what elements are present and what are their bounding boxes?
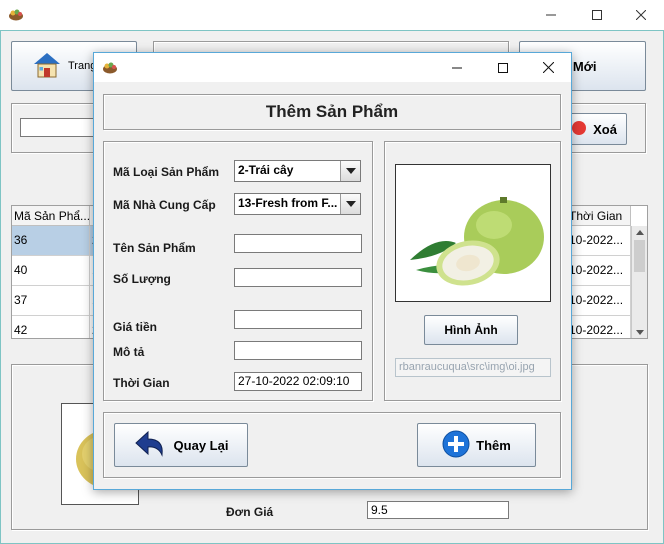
- main-minimize-button[interactable]: [528, 0, 574, 30]
- search-input[interactable]: [20, 118, 100, 137]
- category-select[interactable]: 2-Trái cây: [234, 160, 361, 182]
- scroll-thumb[interactable]: [634, 240, 645, 272]
- table-cell-id[interactable]: 40: [12, 256, 90, 286]
- back-button[interactable]: Quay Lại: [114, 423, 248, 467]
- table-scrollbar[interactable]: [631, 226, 647, 338]
- main-window-titlebar: [0, 0, 664, 30]
- table-cell-time[interactable]: 10-2022...: [567, 286, 631, 316]
- table-header-id[interactable]: Mã Sản Phẩ...: [12, 206, 90, 226]
- description-input[interactable]: [234, 341, 362, 360]
- main-maximize-button[interactable]: [574, 0, 620, 30]
- chevron-down-icon[interactable]: [340, 161, 360, 181]
- scroll-up-icon[interactable]: [632, 226, 647, 238]
- product-name-input[interactable]: [234, 234, 362, 253]
- main-close-button[interactable]: [618, 0, 664, 30]
- delete-icon: [571, 120, 587, 139]
- scroll-down-icon[interactable]: [632, 326, 647, 338]
- quantity-label: Số Lượng: [113, 272, 171, 286]
- table-cell-id[interactable]: 42: [12, 316, 90, 338]
- price-input[interactable]: [234, 310, 362, 329]
- table-cell-id[interactable]: 36: [12, 226, 90, 256]
- time-input[interactable]: 27-10-2022 02:09:10: [234, 372, 362, 391]
- choose-image-button[interactable]: Hình Ảnh: [424, 315, 518, 345]
- chevron-down-icon[interactable]: [340, 194, 360, 214]
- detail-price-label: Đơn Giá: [226, 505, 274, 519]
- detail-price-field[interactable]: 9.5: [367, 501, 509, 519]
- table-cell-time[interactable]: 10-2022...: [567, 226, 631, 256]
- supplier-select-value: 13-Fresh from F...: [238, 196, 338, 210]
- dialog-header-panel: Thêm Sản Phẩm: [103, 94, 561, 130]
- category-select-value: 2-Trái cây: [238, 163, 294, 177]
- app-icon: [8, 6, 24, 22]
- dialog-titlebar: [94, 53, 571, 82]
- back-button-label: Quay Lại: [173, 437, 229, 453]
- table-cell-time[interactable]: 10-2022...: [567, 256, 631, 286]
- description-label: Mô tả: [113, 345, 145, 359]
- supplier-label: Mã Nhà Cung Cấp: [113, 198, 216, 212]
- image-path-field: rbanraucuqua\src\img\oi.jpg: [395, 358, 551, 377]
- back-arrow-icon: [134, 429, 168, 462]
- time-label: Thời Gian: [113, 376, 170, 390]
- add-plus-icon: [442, 430, 470, 461]
- table-header-time[interactable]: Thời Gian: [567, 206, 631, 226]
- product-image: [395, 164, 551, 302]
- add-button-label: Thêm: [476, 437, 511, 453]
- table-cell-time[interactable]: 10-2022...: [567, 316, 631, 338]
- category-label: Mã Loại Sản Phẩm: [113, 165, 220, 179]
- dialog-minimize-button[interactable]: [434, 53, 480, 82]
- dialog-title: Thêm Sản Phẩm: [265, 102, 399, 121]
- quantity-input[interactable]: [234, 268, 362, 287]
- price-label: Giá tiền: [113, 320, 158, 334]
- home-icon: [32, 50, 62, 83]
- dialog-app-icon: [102, 59, 118, 75]
- table-cell-id[interactable]: 37: [12, 286, 90, 316]
- dialog-maximize-button[interactable]: [480, 53, 526, 82]
- delete-button-label: Xoá: [593, 121, 617, 137]
- dialog-close-button[interactable]: [525, 53, 571, 82]
- product-name-label: Tên Sản Phẩm: [113, 241, 196, 255]
- choose-image-button-label: Hình Ảnh: [444, 323, 498, 337]
- supplier-select[interactable]: 13-Fresh from F...: [234, 193, 361, 215]
- add-button[interactable]: Thêm: [417, 423, 536, 467]
- add-product-dialog: Thêm Sản Phẩm Mã Loại Sản Phẩm 2-Trái câ…: [93, 52, 572, 490]
